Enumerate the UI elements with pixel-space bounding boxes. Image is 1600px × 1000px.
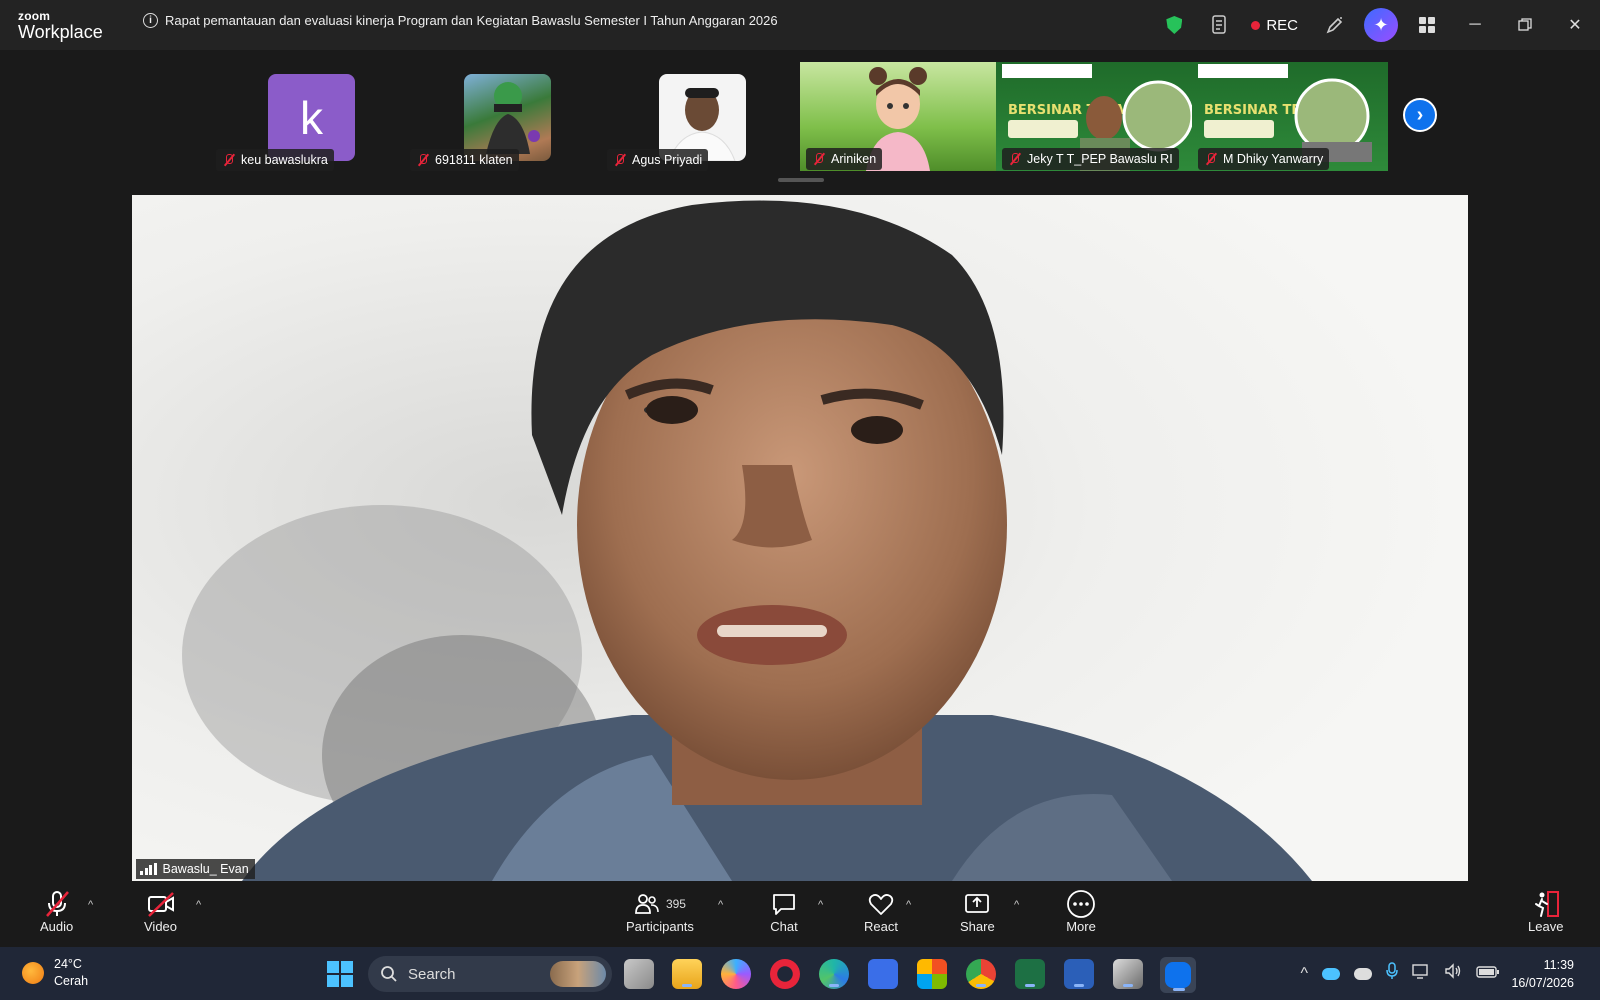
ai-companion-icon[interactable]: ✦ xyxy=(1364,8,1398,42)
mic-muted-icon xyxy=(416,153,430,167)
printer-app-icon[interactable] xyxy=(1113,959,1143,989)
zoom-logo: zoom Workplace xyxy=(18,9,103,42)
participants-icon xyxy=(635,894,659,914)
share-button[interactable]: Share xyxy=(960,889,995,934)
title-bar: zoom Workplace i Rapat pemantauan dan ev… xyxy=(0,0,1600,50)
chrome-browser-icon[interactable] xyxy=(966,959,996,989)
avatar[interactable] xyxy=(659,74,746,161)
video-tile[interactable]: BERSINAR TERANG Jeky T T_PEP Bawaslu RI xyxy=(996,62,1192,171)
sun-icon xyxy=(22,961,44,984)
network-icon[interactable] xyxy=(1412,963,1430,984)
participant-label: 691811 klaten xyxy=(410,149,519,171)
zoom-app-icon[interactable] xyxy=(1160,957,1196,993)
participant-label: keu bawaslukra xyxy=(216,149,334,171)
microsoft-store-icon[interactable] xyxy=(917,959,947,989)
close-button[interactable]: ✕ xyxy=(1550,0,1600,50)
audio-options-caret[interactable]: ^ xyxy=(88,899,93,911)
portrait-avatar-image xyxy=(668,88,736,161)
leave-door-icon xyxy=(1531,889,1561,919)
excel-icon[interactable] xyxy=(1015,959,1045,989)
participant-label: Agus Priyadi xyxy=(607,149,709,171)
task-view-icon[interactable] xyxy=(624,959,654,989)
security-shield-icon[interactable] xyxy=(1151,0,1197,50)
taskbar-search[interactable]: Search xyxy=(368,956,612,992)
apps-grid-icon[interactable] xyxy=(1404,0,1450,50)
rec-dot-icon xyxy=(1251,20,1261,30)
solitaire-icon[interactable] xyxy=(868,959,898,989)
system-tray: ^ xyxy=(1300,962,1500,985)
chevron-right-icon: › xyxy=(1416,103,1424,126)
mic-muted-icon xyxy=(812,152,826,166)
share-screen-icon xyxy=(963,889,991,919)
meeting-title[interactable]: i Rapat pemantauan dan evaluasi kinerja … xyxy=(143,13,778,28)
meeting-toolbar: Audio ^ Video ^ 395 Participants ^ Chat … xyxy=(0,881,1600,947)
search-highlight-image xyxy=(550,961,606,987)
taskbar-clock[interactable]: 11:39 16/07/2026 xyxy=(1511,956,1574,992)
participants-button[interactable]: 395 Participants xyxy=(626,889,694,934)
react-button[interactable]: React xyxy=(864,889,898,934)
video-button[interactable]: Video xyxy=(144,889,177,934)
microphone-icon[interactable] xyxy=(1386,962,1398,985)
signal-strength-icon xyxy=(140,863,157,875)
mic-muted-icon xyxy=(1204,152,1218,166)
participant-strip: k keu bawaslukra 691811 klaten Agus Priy… xyxy=(0,50,1600,191)
restore-button[interactable] xyxy=(1500,0,1550,50)
video-off-icon xyxy=(146,889,176,919)
edge-browser-icon[interactable] xyxy=(819,959,849,989)
volume-icon[interactable] xyxy=(1444,963,1462,984)
mic-muted-icon xyxy=(42,889,72,919)
avatar[interactable]: k xyxy=(268,74,355,161)
share-options-caret[interactable]: ^ xyxy=(1014,899,1019,911)
copilot-icon[interactable] xyxy=(721,959,751,989)
windows-taskbar: 24°C Cerah Search ^ 11:39 16/07/2026 xyxy=(0,947,1600,1000)
chat-options-caret[interactable]: ^ xyxy=(818,899,823,911)
leave-button[interactable]: Leave xyxy=(1528,889,1563,934)
participants-options-caret[interactable]: ^ xyxy=(718,899,723,911)
recording-indicator[interactable]: REC xyxy=(1243,17,1312,34)
windows-start-icon[interactable] xyxy=(326,960,356,990)
video-tile[interactable]: BERSINAR TERANG M Dhiky Yanwarry xyxy=(1192,62,1388,171)
minimize-button[interactable]: ─ xyxy=(1450,0,1500,50)
word-icon[interactable] xyxy=(1064,959,1094,989)
mic-muted-icon xyxy=(613,153,627,167)
opera-browser-icon[interactable] xyxy=(770,959,800,989)
video-tile[interactable]: Ariniken xyxy=(800,62,996,171)
react-options-caret[interactable]: ^ xyxy=(906,899,911,911)
speaker-name-label: Bawaslu_ Evan xyxy=(136,859,255,879)
mic-muted-icon xyxy=(222,153,236,167)
battery-icon[interactable] xyxy=(1476,965,1500,983)
more-dots-icon xyxy=(1066,889,1096,919)
notes-icon[interactable] xyxy=(1197,0,1243,50)
chevron-up-icon[interactable]: ^ xyxy=(1300,965,1308,983)
more-button[interactable]: More xyxy=(1066,889,1096,934)
heart-icon xyxy=(867,889,895,919)
video-options-caret[interactable]: ^ xyxy=(196,899,201,911)
info-icon[interactable]: i xyxy=(143,13,158,28)
speaker-video[interactable]: Bawaslu_ Evan xyxy=(132,195,1468,881)
participant-label: Jeky T T_PEP Bawaslu RI xyxy=(1002,148,1179,170)
file-explorer-icon[interactable] xyxy=(672,959,702,989)
participants-count: 395 xyxy=(665,897,686,911)
speaker-video-image xyxy=(132,195,1468,881)
cloud-sync-icon[interactable] xyxy=(1354,967,1372,980)
next-page-button[interactable]: › xyxy=(1403,98,1437,132)
onedrive-icon[interactable] xyxy=(1322,967,1340,980)
chat-icon xyxy=(770,889,798,919)
participant-label: M Dhiky Yanwarry xyxy=(1198,148,1330,170)
annotate-pen-icon[interactable] xyxy=(1312,0,1358,50)
audio-button[interactable]: Audio xyxy=(40,889,73,934)
avatar[interactable] xyxy=(464,74,551,161)
strip-resize-handle[interactable] xyxy=(778,178,824,182)
search-icon xyxy=(381,966,397,982)
chat-button[interactable]: Chat xyxy=(770,889,798,934)
participant-label: Ariniken xyxy=(806,148,883,170)
weather-widget[interactable]: 24°C Cerah xyxy=(22,956,88,990)
motocross-avatar-image xyxy=(486,82,540,154)
mic-muted-icon xyxy=(1008,152,1022,166)
